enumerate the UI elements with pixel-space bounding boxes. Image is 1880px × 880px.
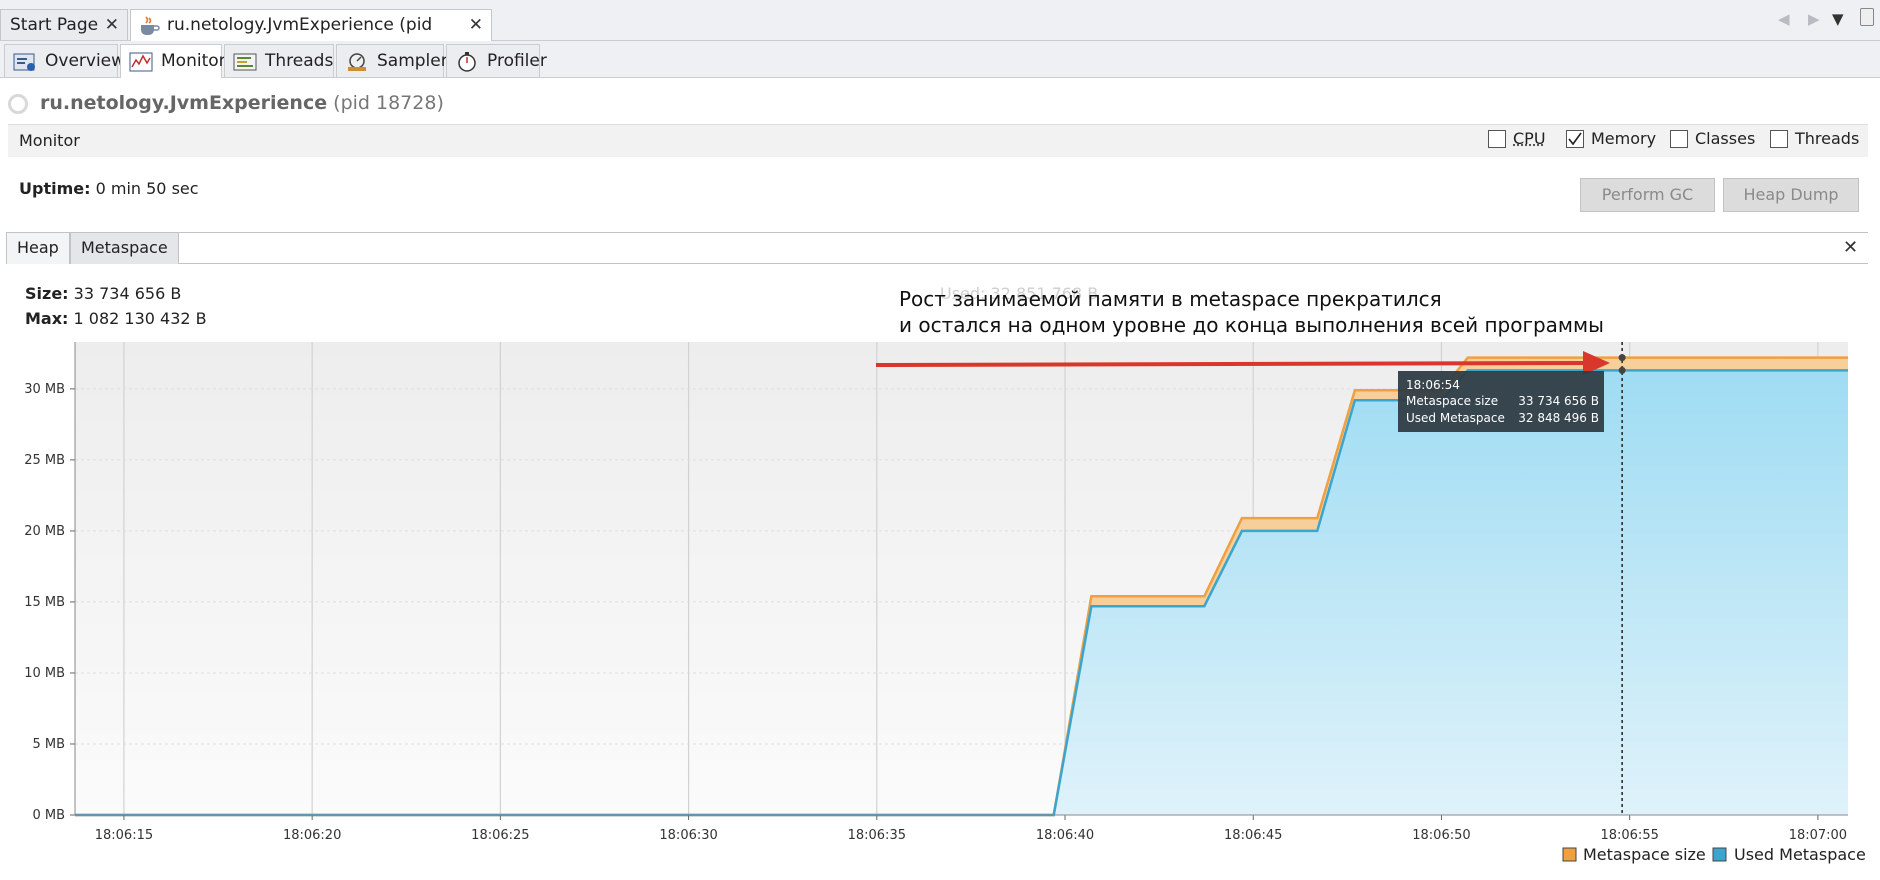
annotation-line-2: и остался на одном уровне до конца выпол… — [899, 313, 1604, 337]
checkbox-label: Memory — [1591, 129, 1657, 148]
tab-metaspace[interactable]: Metaspace — [70, 232, 179, 264]
tooltip-row2-label: Used Metaspace — [1406, 411, 1505, 425]
uptime-value: 0 min 50 sec — [95, 179, 199, 198]
chevron-down-icon[interactable]: ▼ — [1832, 10, 1844, 28]
checkbox-label: CPU — [1513, 129, 1546, 148]
tooltip-row1-value: 33 734 656 B — [1518, 394, 1599, 408]
x-tick-label: 18:06:35 — [848, 828, 906, 843]
annotation-line-1: Рост занимаемой памяти в metaspace прекр… — [899, 287, 1442, 311]
tab-label: Profiler — [487, 51, 547, 71]
tooltip-row2-value: 32 848 496 B — [1518, 411, 1599, 425]
legend-swatch-used — [1712, 847, 1727, 862]
legend-label-used: Used Metaspace — [1734, 845, 1866, 864]
uptime: Uptime: 0 min 50 sec — [19, 179, 199, 198]
sampler-icon — [345, 51, 369, 71]
view-tab-bar: Overview Monitor Threads Sampler Profile… — [0, 41, 1880, 78]
document-tab-bar: Start Page ✕ ru.netology.JvmExperience (… — [0, 0, 1880, 65]
max-stat: Max: 1 082 130 432 B — [25, 309, 207, 328]
checkbox-box[interactable] — [1670, 130, 1688, 148]
checkbox-label: Classes — [1695, 129, 1756, 148]
tab-label: Monitor — [161, 51, 226, 71]
tab-jvm-experience[interactable]: ru.netology.JvmExperience (pid 18728) ✕ — [130, 9, 492, 65]
tab-monitor[interactable]: Monitor — [120, 44, 226, 78]
x-tick-label: 18:06:50 — [1412, 828, 1470, 843]
checkbox-box[interactable] — [1566, 130, 1584, 148]
page-title: ru.netology.JvmExperience (pid 18728) — [40, 92, 444, 114]
cpu-checkbox[interactable]: CPU — [1488, 129, 1548, 151]
tab-profiler[interactable]: Profiler — [446, 44, 547, 77]
scroll-right-icon[interactable]: ▶ — [1808, 10, 1820, 28]
cursor-point — [1618, 366, 1626, 374]
x-axis: 18:06:15 18:06:20 18:06:25 18:06:30 18:06:35… — [95, 815, 1847, 843]
x-tick-label: 18:07:00 — [1789, 828, 1847, 843]
tab-label: Overview — [45, 51, 126, 71]
tab-overview[interactable]: Overview — [4, 44, 125, 77]
cursor-point — [1618, 354, 1626, 362]
size-stat: Size: 33 734 656 B — [25, 284, 181, 303]
tab-label: Start Page — [10, 15, 99, 35]
tooltip-row1-label: Metaspace size — [1406, 394, 1498, 408]
legend: Metaspace size Used Metaspace — [1562, 845, 1866, 864]
tab-heap[interactable]: Heap — [6, 232, 70, 264]
close-icon[interactable]: ✕ — [469, 10, 483, 40]
max-value: 1 082 130 432 B — [73, 309, 207, 328]
perform-gc-button[interactable]: Perform GC — [1580, 178, 1715, 212]
threads-icon — [233, 51, 257, 71]
monitor-chart-icon — [129, 51, 153, 72]
heap-dump-button[interactable]: Heap Dump — [1723, 178, 1859, 212]
y-tick-label: 30 MB — [24, 382, 65, 397]
restore-window-icon[interactable] — [1860, 8, 1874, 26]
chart-tooltip: 18:06:54 Metaspace size 33 734 656 B Use… — [1398, 371, 1604, 432]
y-tick-label: 0 MB — [32, 808, 65, 823]
y-tick-label: 5 MB — [32, 737, 65, 752]
x-tick-label: 18:06:20 — [283, 828, 341, 843]
y-tick-label: 10 MB — [24, 666, 65, 681]
section-title: Monitor — [19, 131, 80, 150]
java-cup-icon — [138, 16, 160, 36]
x-tick-label: 18:06:15 — [95, 828, 153, 843]
x-tick-label: 18:06:45 — [1224, 828, 1282, 843]
size-value: 33 734 656 B — [73, 284, 182, 303]
close-icon[interactable]: ✕ — [105, 10, 119, 40]
status-circle-icon — [8, 94, 28, 114]
metaspace-chart: 0 MB 5 MB 10 MB 15 MB 20 MB 25 MB 30 MB 18:06:… — [24, 342, 1866, 864]
checkbox-label: Threads — [1795, 129, 1860, 148]
close-icon[interactable]: ✕ — [1843, 237, 1858, 258]
tab-threads[interactable]: Threads — [224, 44, 334, 77]
checkmark-icon — [1568, 132, 1582, 146]
tab-sampler[interactable]: Sampler — [336, 44, 448, 77]
tab-start-page[interactable]: Start Page ✕ — [0, 9, 128, 40]
y-tick-label: 25 MB — [24, 453, 65, 468]
y-axis: 0 MB 5 MB 10 MB 15 MB 20 MB 25 MB 30 MB — [24, 382, 75, 823]
y-tick-label: 20 MB — [24, 524, 65, 539]
tab-label: Threads — [265, 51, 334, 71]
checkbox-box[interactable] — [1488, 130, 1506, 148]
memory-checkbox[interactable]: Memory — [1566, 129, 1656, 151]
x-tick-label: 18:06:25 — [471, 828, 529, 843]
uptime-label: Uptime: — [19, 179, 91, 198]
app-name: ru.netology.JvmExperience — [40, 92, 328, 114]
tab-strip — [6, 232, 1868, 264]
max-label: Max: — [25, 309, 69, 328]
y-tick-label: 15 MB — [24, 595, 65, 610]
divider — [6, 263, 1868, 264]
legend-label-size: Metaspace size — [1583, 845, 1706, 864]
x-tick-label: 18:06:30 — [659, 828, 717, 843]
x-tick-label: 18:06:55 — [1600, 828, 1658, 843]
classes-checkbox[interactable]: Classes — [1670, 129, 1760, 151]
size-label: Size: — [25, 284, 69, 303]
arrow-line — [875, 361, 1589, 367]
stopwatch-icon — [455, 51, 479, 72]
tab-label: Sampler — [377, 51, 448, 71]
checkbox-box[interactable] — [1770, 130, 1788, 148]
app-pid: (pid 18728) — [333, 92, 444, 114]
x-tick-label: 18:06:40 — [1036, 828, 1094, 843]
legend-swatch-size — [1562, 847, 1577, 862]
scroll-left-icon[interactable]: ◀ — [1778, 10, 1790, 28]
tooltip-time: 18:06:54 — [1406, 378, 1460, 392]
threads-checkbox[interactable]: Threads — [1770, 129, 1860, 151]
annotation-text: Рост занимаемой памяти в metaspace прекр… — [899, 286, 1604, 338]
overview-icon — [13, 51, 37, 71]
